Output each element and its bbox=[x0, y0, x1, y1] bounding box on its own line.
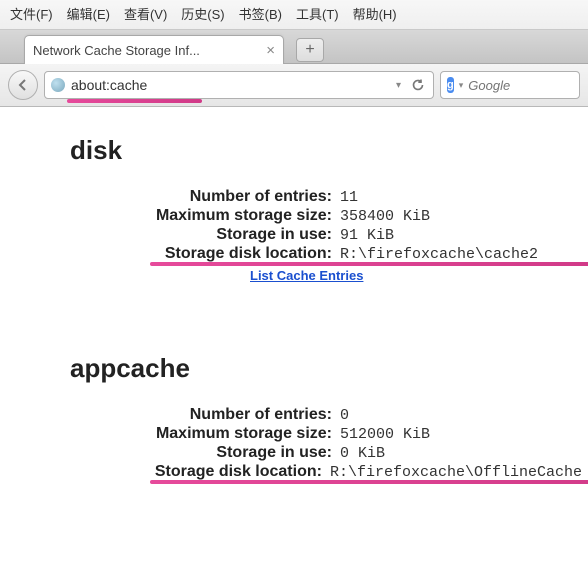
search-bar[interactable]: g ▾ bbox=[440, 71, 580, 99]
search-input[interactable] bbox=[468, 78, 588, 93]
menu-bar: 文件(F) 编辑(E) 查看(V) 历史(S) 书签(B) 工具(T) 帮助(H… bbox=[0, 0, 588, 30]
section-heading-disk: disk bbox=[70, 135, 582, 166]
label-storage-in-use: Storage in use: bbox=[100, 444, 340, 462]
section-heading-appcache: appcache bbox=[70, 353, 582, 384]
tab-strip: Network Cache Storage Inf... × + bbox=[0, 30, 588, 64]
globe-icon bbox=[51, 78, 65, 92]
menu-history[interactable]: 历史(S) bbox=[181, 4, 224, 23]
label-disk-location: Storage disk location: bbox=[100, 245, 340, 263]
highlight-underline bbox=[150, 262, 588, 266]
value-storage-in-use: 91 KiB bbox=[340, 227, 394, 244]
value-storage-in-use: 0 KiB bbox=[340, 445, 385, 462]
page-content: disk Number of entries: 11 Maximum stora… bbox=[0, 107, 588, 492]
search-engine-dropdown-icon[interactable]: ▾ bbox=[459, 80, 464, 91]
value-max-storage: 358400 KiB bbox=[340, 208, 430, 225]
tab-close-icon[interactable]: × bbox=[266, 42, 275, 59]
new-tab-button[interactable]: + bbox=[296, 38, 324, 62]
label-max-storage: Maximum storage size: bbox=[100, 425, 340, 443]
value-disk-location: R:\firefoxcache\OfflineCache bbox=[330, 464, 582, 481]
menu-bookmarks[interactable]: 书签(B) bbox=[239, 4, 282, 23]
list-cache-entries-link[interactable]: List Cache Entries bbox=[250, 268, 363, 283]
tab-title: Network Cache Storage Inf... bbox=[33, 43, 260, 58]
nav-toolbar: ▾ g ▾ bbox=[0, 64, 588, 107]
menu-tools[interactable]: 工具(T) bbox=[296, 4, 339, 23]
url-input[interactable] bbox=[71, 77, 388, 93]
label-max-storage: Maximum storage size: bbox=[100, 207, 340, 225]
search-engine-icon[interactable]: g bbox=[447, 77, 454, 93]
value-entries: 0 bbox=[340, 407, 349, 424]
label-storage-in-use: Storage in use: bbox=[100, 226, 340, 244]
label-entries: Number of entries: bbox=[100, 406, 340, 424]
label-disk-location: Storage disk location: bbox=[100, 463, 330, 481]
appcache-details: Number of entries: 0 Maximum storage siz… bbox=[100, 406, 582, 481]
value-entries: 11 bbox=[340, 189, 358, 206]
reload-icon bbox=[411, 78, 425, 92]
highlight-underline bbox=[150, 480, 588, 484]
menu-view[interactable]: 查看(V) bbox=[124, 4, 167, 23]
menu-edit[interactable]: 编辑(E) bbox=[67, 4, 110, 23]
label-entries: Number of entries: bbox=[100, 188, 340, 206]
highlight-underline bbox=[67, 99, 202, 103]
menu-help[interactable]: 帮助(H) bbox=[353, 4, 397, 23]
tab-active[interactable]: Network Cache Storage Inf... × bbox=[24, 35, 284, 64]
reload-button[interactable] bbox=[409, 76, 427, 94]
disk-details: Number of entries: 11 Maximum storage si… bbox=[100, 188, 582, 283]
url-bar[interactable]: ▾ bbox=[44, 71, 434, 99]
value-max-storage: 512000 KiB bbox=[340, 426, 430, 443]
chevron-left-icon bbox=[17, 79, 29, 91]
url-dropdown-icon[interactable]: ▾ bbox=[394, 80, 403, 91]
menu-file[interactable]: 文件(F) bbox=[10, 4, 53, 23]
back-button[interactable] bbox=[8, 70, 38, 100]
value-disk-location: R:\firefoxcache\cache2 bbox=[340, 246, 538, 263]
